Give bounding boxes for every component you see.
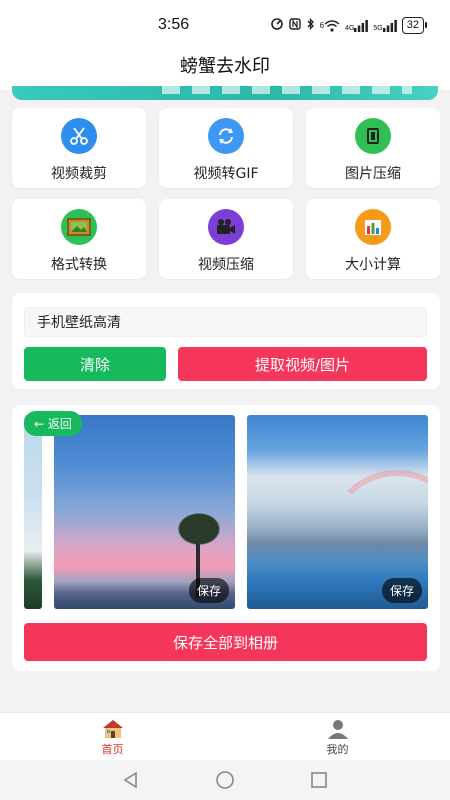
page-title: 螃蟹去水印: [180, 56, 270, 77]
tool-label: 格式转换: [51, 257, 107, 273]
result-image[interactable]: 保存: [54, 415, 235, 609]
link-input[interactable]: [24, 307, 427, 337]
home-icon: [102, 719, 124, 739]
tool-label: 图片压缩: [345, 166, 401, 182]
recents-nav-button[interactable]: [307, 768, 331, 792]
refresh-icon: [208, 118, 244, 154]
banner-carousel[interactable]: [12, 86, 438, 100]
system-nav-bar: [0, 760, 450, 800]
tab-profile[interactable]: 我的: [225, 713, 450, 760]
app-header: 螃蟹去水印: [0, 52, 450, 90]
clear-button[interactable]: 清除: [24, 347, 166, 381]
tool-image-compress[interactable]: 图片压缩: [306, 108, 440, 188]
back-button[interactable]: ← 返回: [24, 411, 82, 436]
tool-label: 视频压缩: [198, 257, 254, 273]
home-nav-button[interactable]: [213, 768, 237, 792]
bluetooth-icon: [306, 17, 315, 33]
4g-label: 4G: [345, 24, 355, 32]
save-image-button[interactable]: 保存: [381, 578, 422, 603]
image-carousel[interactable]: 保存 保存: [24, 415, 428, 609]
tool-format-convert[interactable]: 格式转换: [12, 199, 146, 279]
tool-grid: 视频裁剪 视频转GIF 图片压缩 格式转换 视频压缩 大小计算: [12, 108, 440, 279]
tool-label: 视频转GIF: [193, 166, 259, 182]
bottom-tab-bar: 首页 我的: [0, 712, 450, 760]
user-icon: [327, 719, 349, 739]
nfc-icon: [288, 18, 301, 33]
tool-video-to-gif[interactable]: 视频转GIF: [159, 108, 293, 188]
status-bar: 3:56 6 4G 5G 32: [0, 0, 450, 52]
status-time: 3:56: [158, 16, 190, 33]
tab-home[interactable]: 首页: [0, 713, 225, 760]
tool-video-crop[interactable]: 视频裁剪: [12, 108, 146, 188]
camera-icon: [208, 209, 244, 245]
tab-label: 首页: [101, 743, 124, 756]
tool-label: 视频裁剪: [51, 166, 107, 182]
input-panel: 清除 提取视频/图片: [12, 293, 440, 389]
5g-label: 5G: [373, 24, 383, 32]
tool-size-calc[interactable]: 大小计算: [306, 199, 440, 279]
save-all-button[interactable]: 保存全部到相册: [24, 623, 427, 661]
result-image-previous[interactable]: [24, 415, 42, 609]
extract-button[interactable]: 提取视频/图片: [178, 347, 427, 381]
bar-chart-icon: [355, 209, 391, 245]
result-image[interactable]: 保存: [247, 415, 428, 609]
wifi-6-icon: 6: [320, 19, 340, 32]
save-image-button[interactable]: 保存: [188, 578, 229, 603]
compress-icon: [355, 118, 391, 154]
tool-label: 大小计算: [345, 257, 401, 273]
link-icon: [270, 18, 284, 33]
picture-frame-icon: [61, 209, 97, 245]
scissors-icon: [61, 118, 97, 154]
back-nav-button[interactable]: [119, 768, 143, 792]
tab-label: 我的: [326, 743, 349, 756]
tool-video-compress[interactable]: 视频压缩: [159, 199, 293, 279]
status-icons: 6 4G 5G 32: [270, 17, 428, 34]
4g-signal-icon: 4G: [345, 19, 369, 32]
battery-indicator: 32: [401, 17, 428, 34]
result-panel: 保存 保存 ← 返回 保存全部到相册: [12, 405, 440, 671]
5g-signal-icon: 5G: [373, 19, 397, 32]
